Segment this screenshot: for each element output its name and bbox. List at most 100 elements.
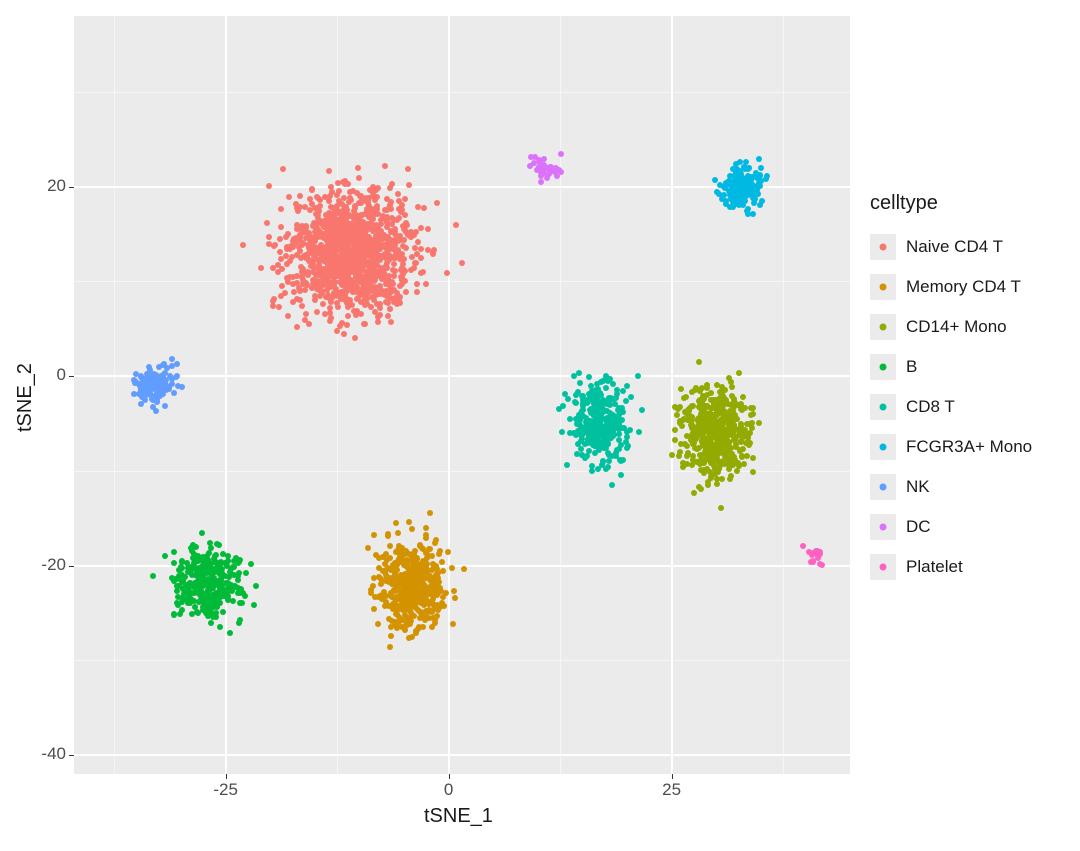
data-point — [619, 417, 625, 423]
data-point — [594, 404, 600, 410]
data-point — [730, 432, 736, 438]
data-point — [600, 416, 606, 422]
data-point — [603, 445, 609, 451]
data-point — [406, 635, 412, 641]
data-point — [294, 222, 300, 228]
data-point — [705, 437, 711, 443]
data-point — [592, 450, 598, 456]
data-point — [601, 425, 607, 431]
data-point — [748, 177, 754, 183]
data-point — [616, 406, 622, 412]
data-point — [748, 405, 754, 411]
data-point — [151, 385, 157, 391]
data-point — [345, 249, 351, 255]
data-point — [324, 260, 330, 266]
data-point — [399, 202, 405, 208]
data-point — [725, 421, 731, 427]
data-point — [198, 588, 204, 594]
data-point — [719, 384, 725, 390]
data-point — [315, 220, 321, 226]
data-point — [360, 225, 366, 231]
data-point — [711, 462, 717, 468]
data-point — [721, 427, 727, 433]
data-point — [364, 296, 370, 302]
data-point — [606, 395, 612, 401]
data-point — [701, 407, 707, 413]
data-point — [702, 444, 708, 450]
data-point — [730, 429, 736, 435]
data-point — [685, 415, 691, 421]
data-point — [282, 290, 288, 296]
data-point — [584, 453, 590, 459]
data-point — [400, 581, 406, 587]
data-point — [408, 574, 414, 580]
data-point — [603, 385, 609, 391]
data-point — [217, 592, 223, 598]
data-point — [708, 436, 714, 442]
data-point — [182, 587, 188, 593]
data-point — [719, 444, 725, 450]
data-point — [403, 622, 409, 628]
data-point — [541, 170, 547, 176]
data-point — [312, 244, 318, 250]
data-point — [362, 223, 368, 229]
data-point — [707, 431, 713, 437]
data-point — [528, 154, 534, 160]
data-point — [721, 387, 727, 393]
data-point — [815, 555, 821, 561]
data-point — [310, 261, 316, 267]
data-point — [356, 218, 362, 224]
data-point — [738, 195, 744, 201]
data-point — [701, 460, 707, 466]
data-point — [352, 233, 358, 239]
data-point — [346, 262, 352, 268]
data-point — [139, 394, 145, 400]
data-point — [409, 591, 415, 597]
data-point — [432, 620, 438, 626]
data-point — [345, 235, 351, 241]
data-point — [149, 396, 155, 402]
data-point — [198, 581, 204, 587]
data-point — [344, 296, 350, 302]
data-point — [152, 376, 158, 382]
data-point — [757, 172, 763, 178]
data-point — [716, 410, 722, 416]
data-point — [706, 450, 712, 456]
data-point — [356, 241, 362, 247]
data-point — [379, 269, 385, 275]
data-point — [599, 405, 605, 411]
data-point — [370, 193, 376, 199]
data-point — [140, 387, 146, 393]
data-point — [326, 261, 332, 267]
data-point — [403, 548, 409, 554]
data-point — [415, 572, 421, 578]
data-point — [417, 574, 423, 580]
data-point — [451, 588, 457, 594]
data-point — [329, 271, 335, 277]
data-point — [433, 575, 439, 581]
data-point — [377, 593, 383, 599]
data-point — [360, 247, 366, 253]
data-point — [616, 412, 622, 418]
data-point — [712, 430, 718, 436]
legend-swatch — [870, 234, 896, 260]
data-point — [381, 232, 387, 238]
data-point — [689, 389, 695, 395]
data-point — [395, 583, 401, 589]
data-point — [362, 254, 368, 260]
data-point — [613, 415, 619, 421]
data-point — [708, 447, 714, 453]
data-point — [299, 223, 305, 229]
data-point — [419, 585, 425, 591]
data-point — [699, 438, 705, 444]
data-point — [302, 287, 308, 293]
data-point — [179, 578, 185, 584]
data-point — [394, 611, 400, 617]
data-point — [406, 607, 412, 613]
data-point — [426, 607, 432, 613]
data-point — [423, 596, 429, 602]
data-point — [365, 259, 371, 265]
data-point — [299, 274, 305, 280]
data-point — [372, 275, 378, 281]
data-point — [377, 312, 383, 318]
